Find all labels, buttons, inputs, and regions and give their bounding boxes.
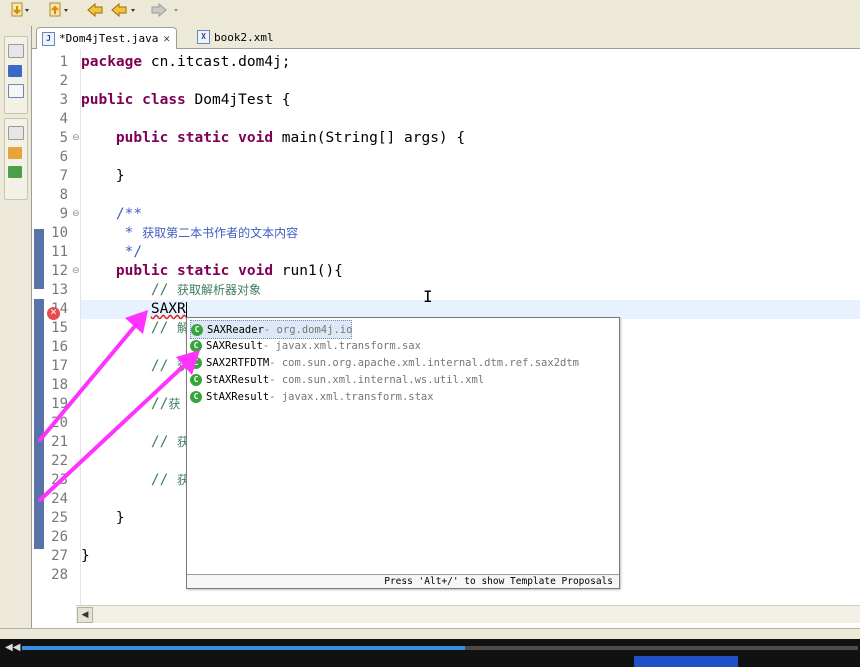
main-toolbar: [0, 0, 860, 22]
line-number: 9: [59, 206, 68, 222]
line-number: 28: [51, 567, 68, 583]
line-number: 23: [51, 472, 68, 488]
line-number: 27: [51, 548, 68, 564]
line-number: 22: [51, 453, 68, 469]
line-number: 10: [51, 225, 68, 241]
line-number: 25: [51, 510, 68, 526]
line-number: 24: [51, 491, 68, 507]
rewind-icon[interactable]: ◀◀: [5, 642, 20, 653]
line-number: 3: [59, 92, 68, 108]
tab-book2-xml[interactable]: X book2.xml: [192, 27, 274, 47]
code-line: package cn.itcast.dom4j;: [81, 54, 291, 70]
typed-text: SAXR: [150, 301, 186, 317]
proposal-item[interactable]: C StAXResult - javax.xml.transform.stax: [190, 388, 614, 405]
outline-icon[interactable]: [8, 147, 22, 159]
down-arrow-icon[interactable]: [8, 2, 30, 18]
up-arrow-icon[interactable]: [46, 2, 72, 18]
class-icon: C: [190, 356, 202, 369]
class-icon: C: [191, 323, 203, 336]
progress-fill: [22, 646, 466, 650]
fold-toggle-icon[interactable]: ⊖: [72, 134, 80, 143]
tab-label: *Dom4jTest.java: [59, 32, 159, 45]
code-line: public static void main(String[] args) {: [115, 130, 466, 146]
line-number: 5: [59, 130, 68, 146]
restore-icon[interactable]: [8, 44, 24, 58]
overview-ruler: [32, 49, 46, 609]
video-player-bar: ◀◀: [0, 639, 860, 667]
editor-tabbar: J *Dom4jTest.java ✕ X book2.xml: [32, 26, 860, 49]
proposal-item[interactable]: C StAXResult - com.sun.xml.internal.ws.u…: [190, 371, 614, 388]
line-number: 15: [51, 320, 68, 336]
line-number: 8: [59, 187, 68, 203]
fold-toggle-icon[interactable]: ⊖: [72, 210, 80, 219]
taskbar-item[interactable]: [634, 656, 738, 667]
proposal-item[interactable]: C SAXResult - javax.xml.transform.sax: [190, 337, 614, 354]
line-number-gutter: 1 2 3 4 5 6 7 8 9 10 11 12 13 14 15 16 1…: [46, 49, 81, 609]
code-line: }: [81, 168, 125, 184]
line-number: 4: [59, 111, 68, 127]
back-icon[interactable]: [86, 2, 138, 18]
line-number: 16: [51, 339, 68, 355]
package-explorer-icon[interactable]: [8, 65, 22, 77]
trim-group-bottom: [4, 118, 28, 200]
tab-dom4jtest-java[interactable]: J *Dom4jTest.java ✕: [36, 27, 177, 49]
error-marker-icon[interactable]: ✕: [47, 307, 60, 320]
left-trim: [0, 26, 31, 626]
line-number: 6: [59, 149, 68, 165]
line-number: 7: [59, 168, 68, 184]
restore-icon[interactable]: [8, 126, 24, 140]
line-number: 2: [59, 73, 68, 89]
code-line: public static void run1(){: [115, 263, 343, 279]
text-caret: [185, 301, 187, 317]
class-icon: C: [190, 390, 202, 403]
proposal-item[interactable]: C SAX2RTFDTM - com.sun.org.apache.xml.in…: [190, 354, 614, 371]
comment-line: // 获取解析器对象: [81, 282, 262, 298]
ruler-highlight: [34, 299, 44, 549]
tree-icon[interactable]: [8, 166, 22, 178]
tab-label: book2.xml: [214, 30, 274, 44]
xml-file-icon: X: [197, 30, 210, 44]
javadoc-line: * 获取第二本书作者的文本内容: [81, 225, 299, 241]
trim-group-top: [4, 36, 28, 114]
javadoc-line: */: [81, 244, 143, 260]
line-number: 13: [51, 282, 68, 298]
ruler-highlight: [34, 229, 44, 289]
text-cursor-icon: I: [423, 287, 433, 306]
fold-toggle-icon[interactable]: ⊖: [72, 267, 80, 276]
hierarchy-icon[interactable]: [8, 84, 24, 98]
progress-track[interactable]: [22, 646, 858, 650]
class-icon: C: [190, 373, 202, 386]
line-number: 1: [59, 54, 68, 70]
line-number: 20: [51, 415, 68, 431]
popup-status-bar: Press 'Alt+/' to show Template Proposals: [187, 574, 619, 588]
content-assist-popup: C SAXReader - org.dom4j.io C SAXResult -…: [186, 317, 620, 589]
line-number: 21: [51, 434, 68, 450]
class-icon: C: [190, 339, 202, 352]
line-number: 12: [51, 263, 68, 279]
java-file-icon: J: [42, 31, 55, 46]
horizontal-scrollbar[interactable]: ◀: [76, 605, 860, 623]
javadoc-line: /**: [81, 206, 143, 222]
close-icon[interactable]: ✕: [163, 32, 170, 45]
line-number: 11: [51, 244, 68, 260]
line-number: 18: [51, 377, 68, 393]
popup-hint-text: Press 'Alt+/' to show Template Proposals: [384, 576, 613, 587]
code-line: public class Dom4jTest {: [81, 92, 291, 108]
scroll-left-icon[interactable]: ◀: [77, 607, 93, 623]
line-number: 19: [51, 396, 68, 412]
line-number: 17: [51, 358, 68, 374]
line-number: 26: [51, 529, 68, 545]
forward-icon[interactable]: [150, 2, 182, 18]
